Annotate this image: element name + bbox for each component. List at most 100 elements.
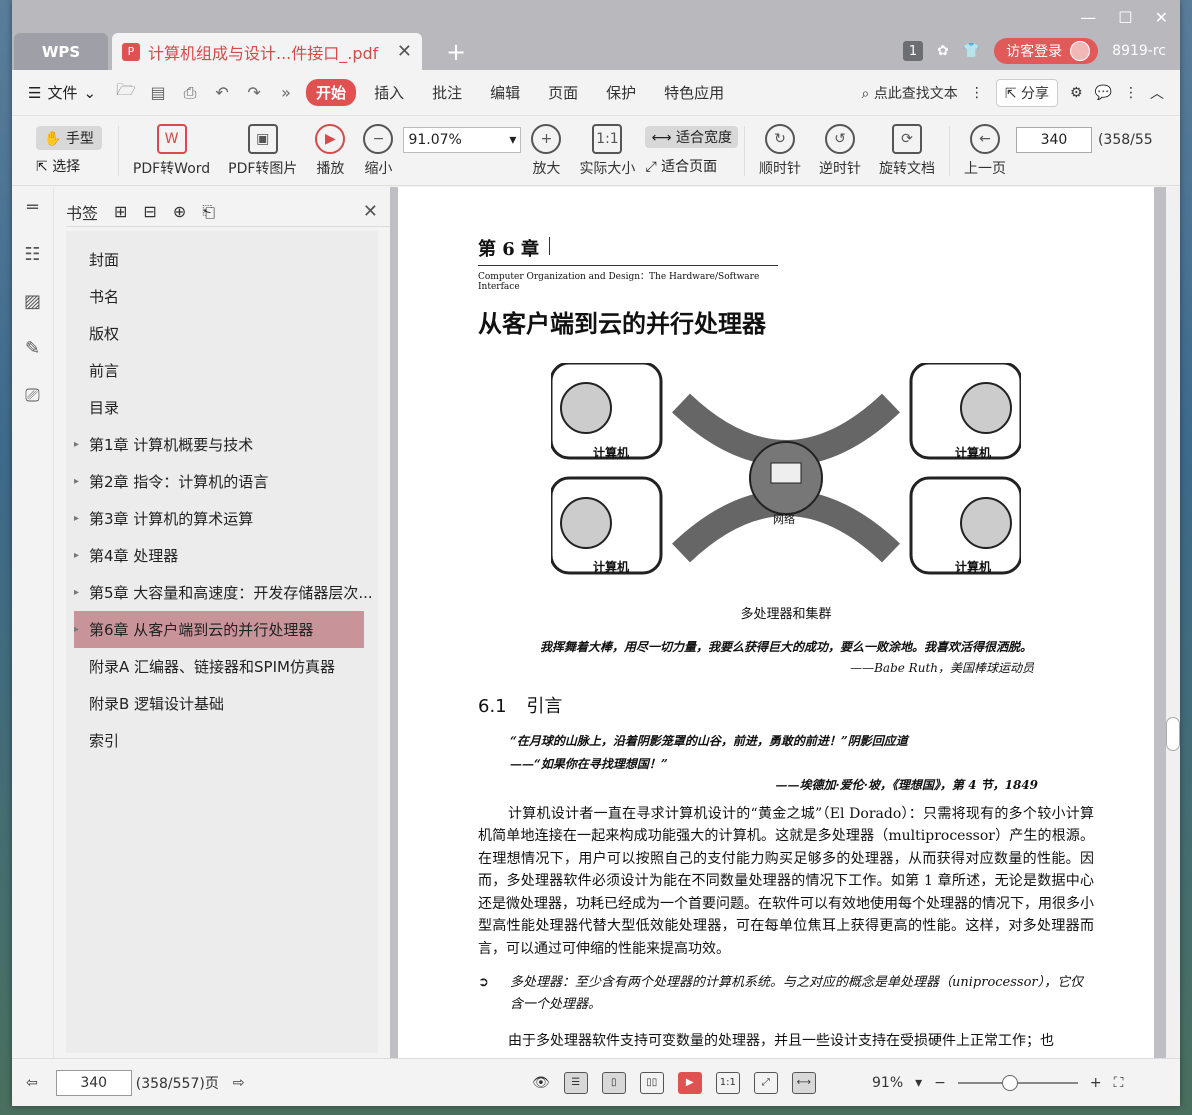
pdf-to-word-button[interactable]: W PDF转Word — [125, 123, 218, 178]
menu-protect[interactable]: 保护 — [596, 79, 646, 106]
view-mode-group: 👁 ☰ ▯ ▯▯ ▶ 1:1 ⤢ ⟷ — [532, 1071, 816, 1094]
zoom-in-label: 放大 — [532, 160, 561, 177]
document-view[interactable]: 第 6 章 Computer Organization and Design：T… — [390, 187, 1180, 1058]
bookmark-item[interactable]: 第6章 从客户端到云的并行处理器 — [74, 611, 364, 648]
window-count-badge[interactable]: 1 — [903, 41, 923, 61]
bookmark-item[interactable]: 书名 — [66, 278, 378, 315]
eye-icon[interactable]: 👁 — [532, 1075, 550, 1091]
tab-wps-home[interactable]: WPS — [14, 33, 108, 70]
bookmark-item[interactable]: 第5章 大容量和高速度：开发存储器层次... — [66, 574, 378, 611]
login-button[interactable]: 访客登录 — [994, 38, 1099, 64]
play-icon[interactable]: ▶ — [677, 1071, 702, 1094]
more-icon[interactable]: » — [274, 83, 298, 102]
zoom-dropdown-icon[interactable]: ▾ — [915, 1075, 922, 1091]
bookmark-item[interactable]: 附录B 逻辑设计基础 — [66, 685, 378, 722]
more-vertical-icon[interactable]: ⋮ — [1124, 85, 1138, 101]
menu-page[interactable]: 页面 — [538, 79, 588, 106]
share-button[interactable]: ⇱ 分享 — [995, 78, 1058, 107]
save-icon[interactable]: ▤ — [146, 83, 170, 102]
fit-page-button[interactable]: ⤢ 适合页面 — [645, 156, 738, 176]
prev-page-button[interactable]: ← 上一页 — [956, 123, 1014, 178]
drag-handle-icon[interactable]: ═ — [27, 197, 38, 218]
two-page-icon[interactable]: ▯▯ — [639, 1071, 664, 1094]
continuous-view-icon[interactable]: ☰ — [563, 1071, 588, 1094]
bookmark-options-icon[interactable]: ⎗ — [202, 202, 215, 222]
zoom-select[interactable]: 91.07% ▾ — [403, 126, 522, 153]
rotate-doc-button[interactable]: ⟳ 旋转文档 — [871, 123, 943, 178]
bookmark-item[interactable]: 附录A 汇编器、链接器和SPIM仿真器 — [66, 648, 378, 685]
tab-document[interactable]: P 计算机组成与设计...件接口_.pdf ✕ — [112, 33, 422, 70]
menu-annotate[interactable]: 批注 — [422, 79, 472, 106]
page-number-input[interactable]: 340 — [1015, 126, 1092, 153]
rotate-ccw-button[interactable]: ↺ 逆时针 — [811, 123, 869, 178]
bookmark-item[interactable]: 封面 — [66, 241, 378, 278]
expand-all-icon[interactable]: ⊞ — [114, 202, 127, 221]
select-tool-button[interactable]: ⇱ 选择 — [36, 156, 102, 176]
maximize-icon[interactable]: ☐ — [1118, 8, 1132, 27]
file-menu[interactable]: ☰ 文件 ⌄ — [28, 82, 96, 103]
actual-size-icon[interactable]: 1:1 — [715, 1071, 740, 1094]
body-area: ═ ☷ ▨ ✎ ⎚ 书签 ⊞ ⊟ ⊕ ⎗ ✕ 封面书名版权前言目录第1章 计算机… — [12, 187, 1180, 1058]
close-icon[interactable]: ✕ — [1155, 8, 1168, 27]
actual-size-label: 实际大小 — [579, 160, 636, 177]
play-button[interactable]: ▶ 播放 — [307, 123, 353, 178]
zoom-slider-knob[interactable] — [1001, 1074, 1018, 1091]
shirt-icon[interactable]: 👕 — [963, 43, 980, 59]
rotate-cw-button[interactable]: ↻ 顺时针 — [751, 123, 809, 178]
zoom-in-icon[interactable]: + — [1090, 1075, 1102, 1091]
vertical-dots-icon[interactable]: ⋮ — [970, 85, 984, 101]
menu-insert[interactable]: 插入 — [364, 79, 414, 106]
search-text-button[interactable]: ⌕ 点此查找文本 — [862, 83, 958, 103]
fit-width-button[interactable]: ⟷ 适合宽度 — [645, 125, 738, 148]
fit-page-icon[interactable]: ⤢ — [753, 1071, 778, 1094]
zoom-slider[interactable] — [957, 1074, 1078, 1091]
vertical-scrollbar[interactable] — [1166, 187, 1180, 1058]
bookmark-item[interactable]: 前言 — [66, 352, 378, 389]
new-tab-button[interactable]: + — [436, 33, 476, 70]
tab-strip: WPS P 计算机组成与设计...件接口_.pdf ✕ + — [14, 33, 476, 70]
redo-icon[interactable]: ↷ — [242, 83, 266, 102]
close-tab-icon[interactable]: ✕ — [397, 41, 412, 62]
undo-icon[interactable]: ↶ — [210, 83, 234, 102]
menu-edit[interactable]: 编辑 — [480, 79, 530, 106]
hand-tool-button[interactable]: ✋ 手型 — [36, 125, 102, 150]
bookmark-item[interactable]: 版权 — [66, 315, 378, 352]
status-page-input[interactable]: 340 — [55, 1069, 132, 1096]
image-extract-icon[interactable]: ⎚ — [25, 385, 39, 406]
bookmark-item[interactable]: 第3章 计算机的算术运算 — [66, 500, 378, 537]
pdf-to-image-button[interactable]: ▣ PDF转图片 — [220, 123, 305, 178]
bookmark-item[interactable]: 第2章 指令：计算机的语言 — [66, 463, 378, 500]
bookmark-list-icon[interactable]: ☷ — [24, 244, 40, 265]
next-page-icon[interactable]: ⇨ — [233, 1075, 245, 1091]
zoom-out-icon[interactable]: − — [934, 1075, 946, 1091]
bookmark-item[interactable]: 第4章 处理器 — [66, 537, 378, 574]
hamburger-icon: ☰ — [28, 83, 42, 102]
close-panel-icon[interactable]: ✕ — [363, 201, 378, 222]
zoom-in-button[interactable]: + 放大 — [523, 123, 569, 178]
bookmark-item[interactable]: 目录 — [66, 389, 378, 426]
menu-start[interactable]: 开始 — [306, 79, 357, 106]
collapse-all-icon[interactable]: ⊟ — [143, 202, 156, 221]
open-folder-icon[interactable]: 🗁 — [114, 79, 138, 106]
add-bookmark-icon[interactable]: ⊕ — [173, 202, 186, 221]
actual-size-button[interactable]: 1:1 实际大小 — [571, 123, 643, 178]
thumbnail-icon[interactable]: ▨ — [24, 291, 41, 312]
bookmark-item[interactable]: 索引 — [66, 722, 378, 759]
chapter-subtitle: Computer Organization and Design：The Har… — [478, 265, 778, 292]
skin-icon[interactable]: ✿ — [937, 43, 949, 59]
menu-special[interactable]: 特色应用 — [654, 79, 734, 106]
fit-width-icon[interactable]: ⟷ — [791, 1071, 816, 1094]
comment-icon[interactable]: 💬 — [1095, 85, 1112, 101]
print-icon[interactable]: ⎙ — [178, 83, 202, 103]
fullscreen-icon[interactable]: ⛶ — [1114, 1075, 1124, 1091]
gear-icon[interactable]: ⚙ — [1070, 85, 1083, 101]
scrollbar-thumb[interactable] — [1166, 717, 1180, 751]
bookmark-item[interactable]: 第1章 计算机概要与技术 — [66, 426, 378, 463]
collapse-ribbon-icon[interactable]: ︿ — [1150, 83, 1164, 103]
zoom-percent[interactable]: 91% — [872, 1075, 903, 1091]
annotation-icon[interactable]: ✎ — [25, 338, 40, 359]
single-page-icon[interactable]: ▯ — [601, 1071, 626, 1094]
prev-page-icon[interactable]: ⇦ — [26, 1075, 38, 1091]
minimize-icon[interactable]: — — [1080, 8, 1096, 27]
zoom-out-button[interactable]: − 缩小 — [355, 123, 401, 178]
